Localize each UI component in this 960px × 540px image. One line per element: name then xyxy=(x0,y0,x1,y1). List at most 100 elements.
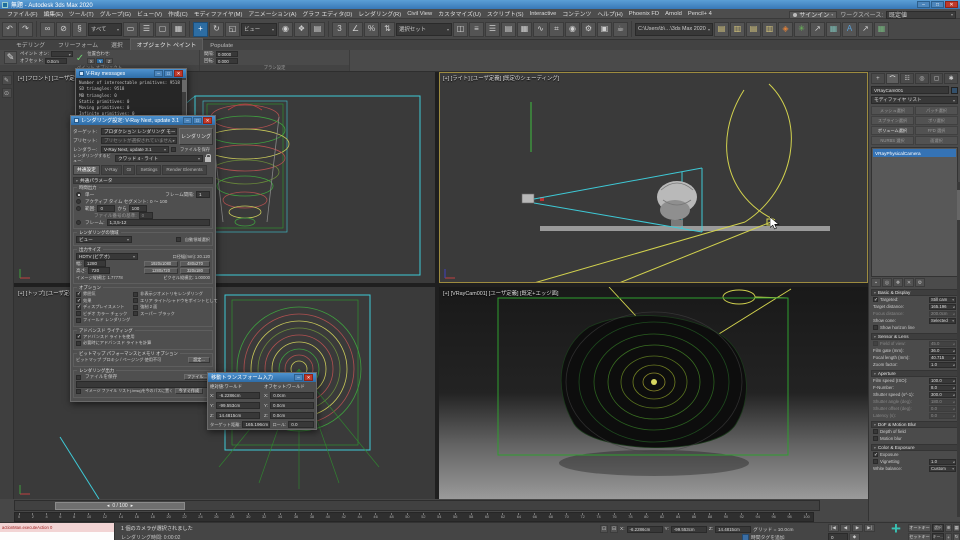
use-pivot-center-icon[interactable]: ◉ xyxy=(278,21,293,37)
viewport-camera[interactable]: [+] [VRayCam001] [ユーザ定義] [既定+エッジ面] xyxy=(439,287,868,499)
checkbox[interactable] xyxy=(873,341,878,346)
value-field[interactable]: Custom xyxy=(929,465,956,472)
value-field[interactable]: 8.0 xyxy=(929,384,956,391)
menu-item[interactable]: レンダリング(R) xyxy=(355,9,404,18)
modifier-button[interactable]: パッチ選択 xyxy=(915,106,958,115)
param-row[interactable]: Shutter speed (s^-1): 300.0 xyxy=(871,391,958,398)
add-time-tag[interactable]: 時間タグを追加 xyxy=(742,534,785,540)
tab-hierarchy[interactable]: ☷ xyxy=(900,73,915,84)
ribbon-tab[interactable]: オブジェクト ペイント xyxy=(129,38,204,50)
frames-field[interactable]: 1,3,5-12 xyxy=(106,219,210,226)
sign-in-button[interactable]: サインイン ▾ xyxy=(789,10,838,19)
tab-modify[interactable]: ⌒ xyxy=(885,73,900,84)
y-coordinate-field[interactable]: -99.553cm xyxy=(670,525,707,533)
minimize-button[interactable]: – xyxy=(183,117,192,124)
rendered-frame-window-icon[interactable]: ▣ xyxy=(597,21,612,37)
value-field[interactable]: 36.0 xyxy=(929,347,956,354)
menu-item[interactable]: 編集(E) xyxy=(41,9,66,18)
project-folder-select[interactable]: C:\Users\b\…\3ds Max 2020 ▾ xyxy=(635,22,713,36)
stack-entry[interactable]: VRayPhysicalCamera xyxy=(873,149,956,157)
menu-item[interactable]: Civil View xyxy=(404,11,435,17)
common-parameters-rollout[interactable]: 共通パラメータ xyxy=(73,177,213,184)
param-row[interactable]: Show horizon line xyxy=(871,324,958,331)
set-key-button[interactable]: セットキー xyxy=(908,533,931,540)
output-path-field[interactable] xyxy=(76,380,210,388)
key-filters-button[interactable]: キー... xyxy=(932,533,944,540)
value-field[interactable]: Selected xyxy=(929,317,956,324)
viewport-light[interactable]: [+] [ライト] [ユーザ定義] [既定のシェーディング] xyxy=(439,72,868,283)
param-row[interactable]: Vignetting 1.0 xyxy=(871,458,958,465)
zoom-icon[interactable]: ⊕ xyxy=(945,524,952,532)
param-row[interactable]: Film speed (ISO): 100.0 xyxy=(871,377,958,384)
selection-lock-icon[interactable]: ⊟ xyxy=(610,525,618,533)
menu-item[interactable]: スクリプト(S) xyxy=(484,9,527,18)
size-preset-select[interactable]: HDTV (ビデオ) ▾ xyxy=(76,253,138,260)
save-file-checkbox[interactable] xyxy=(171,147,176,152)
param-row[interactable]: Latency (s): 0.0 xyxy=(871,412,958,419)
lock-icon[interactable] xyxy=(205,154,211,162)
schematic-view-icon[interactable]: ⌗ xyxy=(549,21,564,37)
material-editor-icon[interactable]: ◉ xyxy=(565,21,580,37)
value-field[interactable]: 0.0 xyxy=(929,405,956,412)
rectangular-region-icon[interactable]: ▢ xyxy=(155,21,170,37)
modifier-button[interactable]: ポリ選択 xyxy=(915,116,958,125)
script-1-icon[interactable]: ▤ xyxy=(714,21,729,37)
frames-radio[interactable] xyxy=(76,220,81,225)
ribbon-toggle-icon[interactable]: ▦ xyxy=(517,21,532,37)
populate-icon[interactable]: ✳ xyxy=(794,21,809,37)
offset-field[interactable]: 0.0cm xyxy=(45,58,68,64)
preset-320x180-button[interactable]: 320x180 xyxy=(180,267,210,274)
reference-coordinate-select[interactable]: ビュー ▾ xyxy=(241,22,277,36)
option-row[interactable]: 必要時にアドバンスド ライトを計算 xyxy=(76,340,210,347)
keyboard-shortcut-override-icon[interactable]: ▤ xyxy=(310,21,325,37)
save-file-checkbox[interactable] xyxy=(76,374,81,380)
brush-param-field[interactable]: 0.000 xyxy=(216,58,239,64)
selection-filter-select[interactable]: すべて ▾ xyxy=(88,22,122,36)
select-and-rotate-icon[interactable]: ↻ xyxy=(209,21,224,37)
offset-y-field[interactable]: 0.0cm xyxy=(270,402,314,409)
window-crossing-icon[interactable]: ▦ xyxy=(171,21,186,37)
roll-field[interactable]: 0.0 xyxy=(288,421,314,428)
pencil-plus-icon[interactable]: ▦ xyxy=(874,21,889,37)
paint-brush-button[interactable]: ✎ xyxy=(4,51,17,64)
viewport-label[interactable]: [+] [VRayCam001] [ユーザ定義] [既定+エッジ面] xyxy=(443,289,559,297)
minimize-button[interactable]: – xyxy=(294,374,303,381)
pencil-arrow-icon[interactable]: ↗ xyxy=(858,21,873,37)
phoenix-fd-icon[interactable]: ◈ xyxy=(778,21,793,37)
value-field[interactable]: 180.0 xyxy=(929,398,956,405)
menu-item[interactable]: Pencil+ 4 xyxy=(685,11,715,17)
rollout-color-exposure[interactable]: Color & Exposure xyxy=(871,444,958,451)
checkbox[interactable] xyxy=(873,297,878,303)
modifier-button[interactable]: ボリューム選択 xyxy=(871,126,914,135)
tab-motion[interactable]: ◎ xyxy=(915,73,929,84)
imsq-checkbox[interactable] xyxy=(76,388,81,394)
rollout-aperture[interactable]: Aperture xyxy=(871,370,958,377)
menu-item[interactable]: ツール(T) xyxy=(66,9,97,18)
checkbox[interactable] xyxy=(873,436,878,441)
preset-480x270-button[interactable]: 480x270 xyxy=(180,260,210,267)
param-row[interactable]: Zoom factor: 1.0 xyxy=(871,361,958,368)
configure-sets-icon[interactable]: ⚙ xyxy=(915,278,925,287)
range-radio[interactable] xyxy=(76,206,81,211)
axis-toggle-button[interactable]: X xyxy=(87,58,96,64)
preset-1920x1080-button[interactable]: 1920x1080 xyxy=(144,260,178,267)
preset-select[interactable]: プリセットが選択されていません ▾ xyxy=(101,137,177,144)
select-and-link-icon[interactable]: ∞ xyxy=(40,21,55,37)
checkbox[interactable] xyxy=(873,452,878,458)
modifier-button[interactable]: NURBS 選択 xyxy=(871,136,914,145)
range-from-field[interactable]: 0 xyxy=(97,205,116,212)
frame-every-field[interactable]: 1 xyxy=(196,191,210,198)
value-field[interactable]: 200.0cm xyxy=(929,310,956,317)
orbit-icon[interactable]: ↻ xyxy=(953,533,960,540)
ribbon-tab[interactable]: モデリング xyxy=(10,39,51,50)
grid-tool-icon[interactable]: ▦ xyxy=(826,21,841,37)
param-row[interactable]: White balance: Custom xyxy=(871,465,958,472)
menu-item[interactable]: 作成(C) xyxy=(165,9,191,18)
value-field[interactable]: 0.0 xyxy=(929,412,956,419)
value-field[interactable]: 1.0 xyxy=(929,458,956,465)
menu-item[interactable]: Phoenix FD xyxy=(626,11,662,17)
close-button[interactable]: ✕ xyxy=(174,70,183,77)
listener-macro-line[interactable]: actionMan.executeAction 0 xyxy=(0,523,114,532)
undo-icon[interactable]: ↶ xyxy=(2,21,17,37)
menu-item[interactable]: アニメーション(A) xyxy=(245,9,299,18)
